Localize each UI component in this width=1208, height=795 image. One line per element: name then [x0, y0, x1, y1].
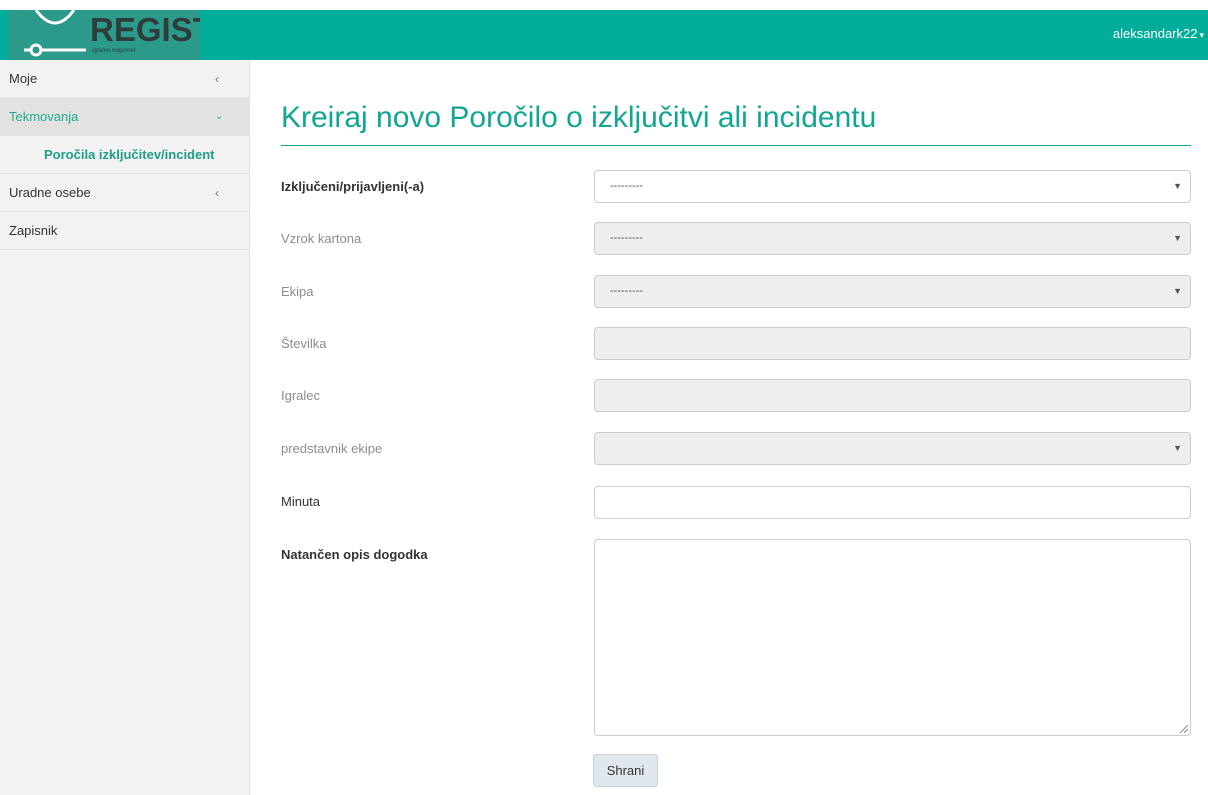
dropdown-arrow-icon: ▼ — [1173, 181, 1182, 191]
team-representative-select[interactable]: ▼ — [594, 432, 1191, 465]
select-value: --------- — [610, 232, 643, 244]
card-reason-select[interactable]: --------- ▼ — [594, 222, 1191, 255]
sidebar-item-moje[interactable]: Moje ‹ — [0, 60, 249, 98]
user-menu[interactable]: aleksandark22 ▾ — [1113, 26, 1204, 41]
chevron-down-icon: ⌄ — [215, 111, 224, 122]
team-select[interactable]: --------- ▼ — [594, 275, 1191, 308]
select-value: --------- — [610, 180, 643, 192]
title-divider — [281, 145, 1191, 146]
card-reason-label: Vzrok kartona — [281, 231, 362, 246]
player-input[interactable] — [594, 379, 1191, 412]
event-description-label: Natančen opis dogodka — [281, 547, 428, 562]
dropdown-arrow-icon: ▼ — [1173, 286, 1182, 296]
excluded-person-select[interactable]: --------- ▼ — [594, 170, 1191, 203]
select-value: --------- — [610, 285, 643, 297]
sidebar-subitem-porocila[interactable]: Poročila izključitev/incident — [0, 136, 249, 174]
user-name: aleksandark22 — [1112, 26, 1198, 41]
sidebar-item-zapisnik[interactable]: Zapisnik — [0, 212, 249, 250]
team-label: Ekipa — [281, 284, 314, 299]
app-logo[interactable]: REGISTA igramo nogomet — [8, 10, 200, 60]
sidebar-item-label: Uradne osebe — [9, 185, 91, 200]
player-label: Igralec — [281, 388, 321, 403]
chevron-left-icon: ‹ — [215, 72, 219, 86]
event-description-textarea[interactable] — [594, 539, 1191, 736]
caret-down-icon: ▾ — [1199, 30, 1204, 40]
minute-label: Minuta — [281, 494, 321, 509]
dropdown-arrow-icon: ▼ — [1173, 233, 1182, 243]
chevron-left-icon: ‹ — [215, 186, 219, 200]
dropdown-arrow-icon: ▼ — [1173, 443, 1182, 453]
top-navbar: REGISTA igramo nogomet aleksandark22▾ — [0, 10, 1208, 60]
save-button[interactable]: Shrani — [593, 754, 658, 787]
number-label: Številka — [281, 336, 327, 351]
sidebar-item-label: Moje — [9, 71, 38, 86]
sidebar-item-label: Poročila izključitev/incident — [44, 147, 215, 162]
sidebar-item-tekmovanja[interactable]: Tekmovanja ⌄ — [0, 98, 249, 136]
page-title: Kreiraj novo Poročilo o izključitvi ali … — [281, 101, 877, 134]
logo-text: REGISTA — [90, 11, 200, 48]
team-representative-label: predstavnik ekipe — [281, 441, 383, 456]
resize-handle-icon[interactable] — [1180, 725, 1188, 733]
sidebar-item-label: Tekmovanja — [9, 109, 79, 124]
sidebar: Moje ‹ Tekmovanja ⌄ Poročila izključitev… — [0, 60, 250, 795]
sidebar-item-label: Zapisnik — [9, 223, 58, 238]
number-input[interactable] — [594, 327, 1191, 360]
logo-subtext: igramo nogomet — [92, 48, 136, 54]
excluded-person-label: Izključeni/prijavljeni(-a) — [281, 179, 425, 194]
pitch-logo-icon — [22, 10, 88, 58]
minute-input[interactable] — [594, 486, 1191, 519]
sidebar-item-uradne-osebe[interactable]: Uradne osebe ‹ — [0, 174, 249, 212]
